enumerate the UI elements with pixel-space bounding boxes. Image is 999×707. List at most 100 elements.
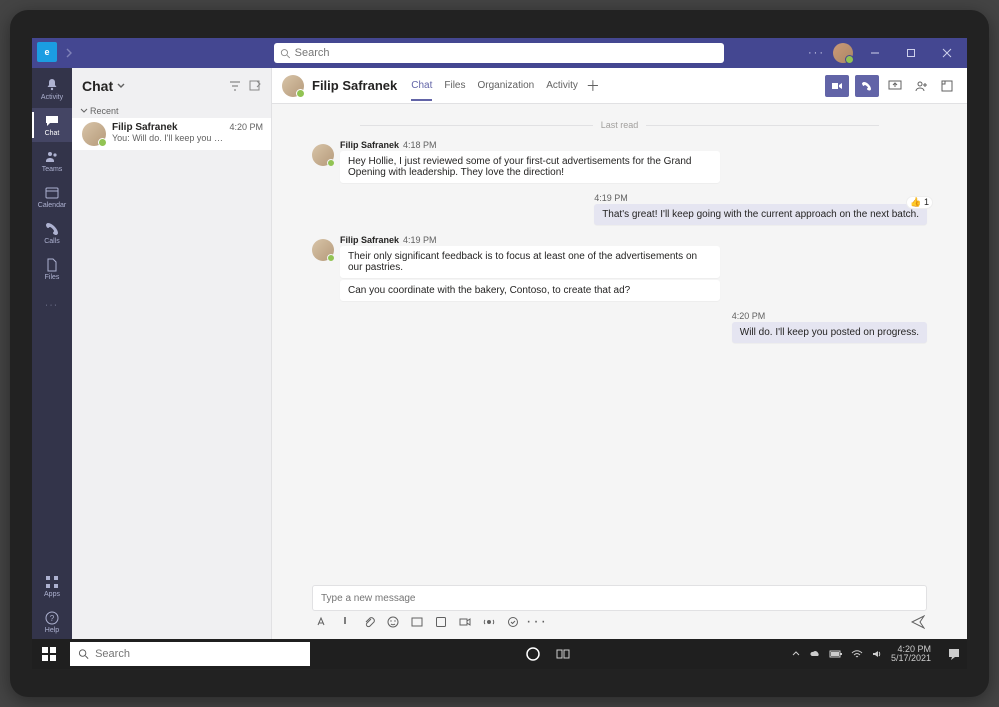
more-tools-icon[interactable]: ···: [530, 615, 544, 629]
share-screen-button[interactable]: [885, 76, 905, 96]
files-icon: [44, 257, 60, 273]
windows-taskbar: OTXWPe 4:20 PM 5/17/2021: [32, 639, 967, 669]
taskbar-clock[interactable]: 4:20 PM 5/17/2021: [891, 645, 935, 663]
conversation-tabs: Chat Files Organization Activity: [411, 70, 578, 101]
popout-button[interactable]: [937, 76, 957, 96]
rail-label: Calendar: [38, 202, 66, 209]
audio-call-button[interactable]: [855, 75, 879, 97]
chat-section-recent[interactable]: Recent: [72, 104, 271, 118]
conversation-header: Filip Safranek Chat Files Organization A…: [272, 68, 967, 104]
rail-label: Chat: [45, 130, 60, 137]
message-outgoing: 4:19 PM That's great! I'll keep going wi…: [312, 193, 927, 227]
titlebar: ···: [32, 38, 967, 68]
onedrive-icon[interactable]: [809, 648, 821, 660]
nav-forward[interactable]: [60, 45, 76, 61]
tab-organization[interactable]: Organization: [478, 70, 535, 101]
rail-chat[interactable]: Chat: [32, 108, 72, 142]
chat-list-item[interactable]: Filip Safranek You: Will do. I'll keep y…: [72, 118, 271, 150]
compose-input[interactable]: [321, 593, 918, 604]
teams-icon: [44, 149, 60, 165]
window-maximize[interactable]: [897, 38, 925, 68]
video-call-button[interactable]: [825, 75, 849, 97]
tablet-frame: ··· Activity Chat Teams Calendar: [10, 10, 989, 697]
filter-icon[interactable]: [229, 80, 241, 92]
current-user-avatar[interactable]: [833, 43, 853, 63]
tab-chat[interactable]: Chat: [411, 70, 432, 101]
rail-calls[interactable]: Calls: [32, 216, 72, 250]
chat-list-title: Chat: [82, 78, 113, 94]
chat-icon: [44, 113, 60, 129]
taskbar-app-edge[interactable]: e: [32, 38, 62, 66]
chevron-down-icon[interactable]: [116, 81, 126, 91]
battery-icon[interactable]: [829, 649, 843, 659]
rail-more[interactable]: ···: [32, 288, 72, 322]
global-search-input[interactable]: [295, 47, 718, 59]
rail-teams[interactable]: Teams: [32, 144, 72, 178]
priority-icon[interactable]: [338, 615, 352, 629]
message-bubble[interactable]: Will do. I'll keep you posted on progres…: [732, 322, 927, 343]
tab-files[interactable]: Files: [444, 70, 465, 101]
chat-item-preview: You: Will do. I'll keep you posted on pr…: [112, 133, 223, 143]
volume-icon[interactable]: [871, 648, 883, 660]
action-center-icon[interactable]: [941, 639, 967, 669]
message-bubble[interactable]: Their only significant feedback is to fo…: [340, 246, 720, 278]
teams-app: ··· Activity Chat Teams Calendar: [32, 38, 967, 669]
windows-icon: [42, 647, 56, 661]
rail-label: Teams: [42, 166, 63, 173]
help-icon: ?: [44, 610, 60, 626]
gif-icon[interactable]: [410, 615, 424, 629]
add-people-button[interactable]: [911, 76, 931, 96]
tray-chevron-icon[interactable]: [791, 649, 801, 659]
meet-icon[interactable]: [458, 615, 472, 629]
add-tab-button[interactable]: ＋: [586, 76, 600, 96]
message-area[interactable]: Last read Filip Safranek4:18 PM Hey Holl…: [272, 104, 967, 579]
compose-input-wrap[interactable]: [312, 585, 927, 611]
more-menu-icon[interactable]: ···: [808, 47, 825, 59]
rail-help[interactable]: ? Help: [32, 605, 72, 639]
composer: ···: [272, 579, 967, 639]
approval-icon[interactable]: [506, 615, 520, 629]
global-search[interactable]: [274, 43, 724, 63]
caret-down-icon: [80, 107, 88, 115]
rail-calendar[interactable]: Calendar: [32, 180, 72, 214]
task-view-icon[interactable]: [549, 640, 577, 668]
message-bubble[interactable]: Hey Hollie, I just reviewed some of your…: [340, 151, 720, 183]
wifi-icon[interactable]: [851, 648, 863, 660]
rail-apps[interactable]: Apps: [32, 569, 72, 603]
calendar-icon: [44, 185, 60, 201]
new-chat-icon[interactable]: [249, 80, 261, 92]
attach-icon[interactable]: [362, 615, 376, 629]
last-read-divider: Last read: [352, 120, 887, 130]
send-button[interactable]: [911, 615, 925, 629]
stream-icon[interactable]: [482, 615, 496, 629]
rail-activity[interactable]: Activity: [32, 72, 72, 106]
message-bubble[interactable]: That's great! I'll keep going with the c…: [594, 204, 927, 225]
window-minimize[interactable]: [861, 38, 889, 68]
rail-files[interactable]: Files: [32, 252, 72, 286]
rail-label: Apps: [44, 591, 60, 598]
emoji-icon[interactable]: [386, 615, 400, 629]
avatar: [282, 75, 304, 97]
message-incoming: Filip Safranek4:19 PM Their only signifi…: [312, 235, 927, 303]
cortana-icon[interactable]: [519, 640, 547, 668]
start-button[interactable]: [32, 639, 66, 669]
chat-list-header: Chat: [72, 68, 271, 104]
tab-activity[interactable]: Activity: [546, 70, 578, 101]
window-close[interactable]: [933, 38, 961, 68]
svg-text:?: ?: [50, 614, 55, 623]
chat-item-name: Filip Safranek: [112, 122, 223, 133]
sticker-icon[interactable]: [434, 615, 448, 629]
message-outgoing: 4:20 PM Will do. I'll keep you posted on…: [312, 311, 927, 345]
conversation-title: Filip Safranek: [312, 78, 397, 93]
message-bubble[interactable]: Can you coordinate with the bakery, Cont…: [340, 280, 720, 301]
rail-label: Activity: [41, 94, 63, 101]
chat-list-panel: Chat Recent Filip Safranek You: Will do.…: [72, 68, 272, 639]
taskbar-search[interactable]: [70, 642, 310, 666]
taskbar-search-input[interactable]: [95, 648, 302, 660]
message-incoming: Filip Safranek4:18 PM Hey Hollie, I just…: [312, 140, 927, 185]
bell-icon: [44, 77, 60, 93]
reaction-badge[interactable]: 👍 1: [906, 196, 933, 209]
format-icon[interactable]: [314, 615, 328, 629]
app-rail: Activity Chat Teams Calendar Calls Files: [32, 68, 72, 639]
screen: ··· Activity Chat Teams Calendar: [32, 38, 967, 669]
